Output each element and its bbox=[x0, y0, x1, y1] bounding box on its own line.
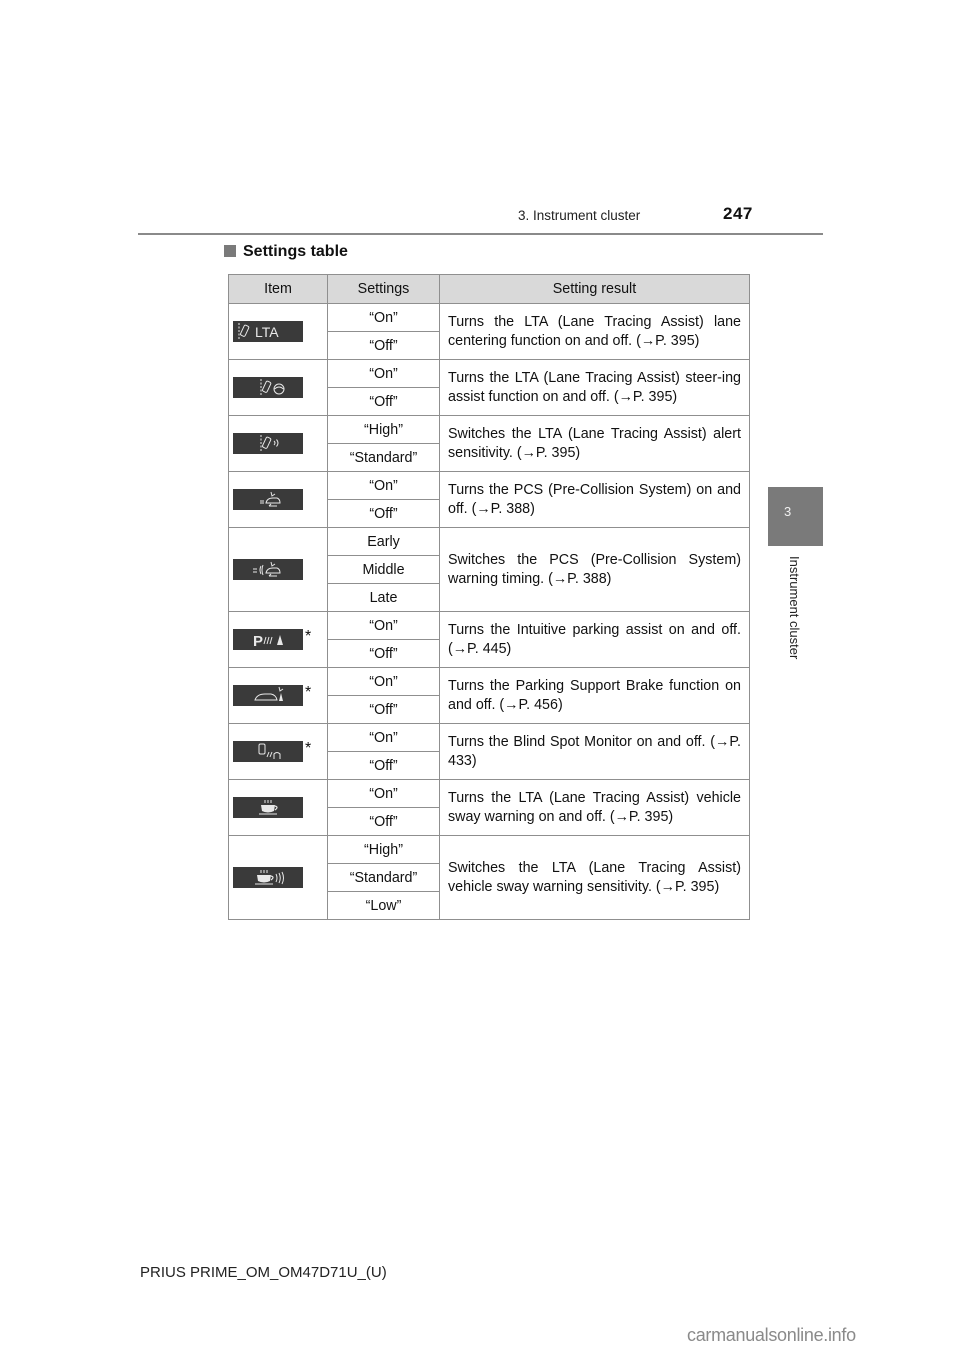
asterisk-note-marker: * bbox=[305, 627, 312, 645]
setting-option: “Off” bbox=[327, 499, 440, 528]
item-cell: * bbox=[228, 723, 328, 780]
setting-option: “On” bbox=[327, 779, 440, 808]
asterisk-note-marker: * bbox=[305, 683, 312, 701]
item-cell: LTA bbox=[228, 303, 328, 360]
setting-option: Middle bbox=[327, 555, 440, 584]
setting-result: Turns the LTA (Lane Tracing Assist) stee… bbox=[439, 359, 750, 416]
item-cell bbox=[228, 359, 328, 416]
vehicle-sway-sensitivity-icon bbox=[233, 867, 303, 888]
setting-option: “Off” bbox=[327, 639, 440, 668]
chapter-number: 3 bbox=[784, 504, 792, 519]
setting-option: “High” bbox=[327, 835, 440, 864]
setting-option: “Off” bbox=[327, 807, 440, 836]
header-divider bbox=[138, 233, 823, 235]
settings-table: Item Settings Setting result LTA “On” Turn… bbox=[228, 274, 750, 920]
chapter-tab: 3 bbox=[768, 487, 823, 546]
item-cell bbox=[228, 415, 328, 472]
svg-text:P: P bbox=[253, 633, 263, 650]
item-cell bbox=[228, 527, 328, 612]
table-row: * “On” Turns the Parking Support Brake fun… bbox=[228, 667, 750, 724]
item-cell: P * bbox=[228, 611, 328, 668]
setting-result: Turns the Parking Support Brake function… bbox=[439, 667, 750, 724]
page-number: 247 bbox=[723, 204, 753, 223]
setting-option: “On” bbox=[327, 611, 440, 640]
setting-result: Switches the PCS (Pre-Collision System) … bbox=[439, 527, 750, 612]
vehicle-sway-warning-icon bbox=[233, 797, 303, 818]
pcs-icon bbox=[233, 489, 303, 510]
setting-option: “On” bbox=[327, 667, 440, 696]
setting-result: Turns the LTA (Lane Tracing Assist) vehi… bbox=[439, 779, 750, 836]
setting-option: “Low” bbox=[327, 891, 440, 920]
table-row: Early Switches the PCS (Pre-Collision Sys… bbox=[228, 527, 750, 612]
blind-spot-monitor-icon bbox=[233, 741, 303, 762]
parking-support-brake-icon bbox=[233, 685, 303, 706]
table-header-row: Item Settings Setting result bbox=[228, 274, 750, 304]
setting-result: Switches the LTA (Lane Tracing Assist) v… bbox=[439, 835, 750, 920]
column-header-settings: Settings bbox=[327, 274, 440, 304]
item-cell bbox=[228, 471, 328, 528]
section-heading: Settings table bbox=[224, 243, 348, 261]
table-row: “On” Turns the PCS (Pre-Collision System)… bbox=[228, 471, 750, 528]
section-heading-text: Settings table bbox=[243, 243, 348, 260]
chapter-side-label-container: Instrument cluster bbox=[768, 556, 823, 676]
header-section-title: 3. Instrument cluster bbox=[518, 208, 641, 223]
setting-option: Late bbox=[327, 583, 440, 612]
pcs-warning-timing-icon bbox=[233, 559, 303, 580]
item-cell bbox=[228, 779, 328, 836]
setting-option: “Standard” bbox=[327, 443, 440, 472]
setting-option: “Standard” bbox=[327, 863, 440, 892]
table-row: “High” Switches the LTA (Lane Tracing Ass… bbox=[228, 415, 750, 472]
table-row: LTA “On” Turns the LTA (Lane Tracing Assis… bbox=[228, 303, 750, 360]
setting-option: “Off” bbox=[327, 387, 440, 416]
item-cell: * bbox=[228, 667, 328, 724]
lta-steering-assist-icon bbox=[233, 377, 303, 398]
setting-result: Turns the Intuitive parking assist on an… bbox=[439, 611, 750, 668]
setting-result: Switches the LTA (Lane Tracing Assist) a… bbox=[439, 415, 750, 472]
setting-option: “High” bbox=[327, 415, 440, 444]
lta-alert-sensitivity-icon bbox=[233, 433, 303, 454]
square-bullet-icon bbox=[224, 245, 236, 257]
column-header-item: Item bbox=[228, 274, 328, 304]
setting-option: “On” bbox=[327, 359, 440, 388]
watermark: carmanualsonline.info bbox=[687, 1325, 856, 1345]
table-row: “On” Turns the LTA (Lane Tracing Assist) … bbox=[228, 359, 750, 416]
setting-option: “Off” bbox=[327, 331, 440, 360]
table-row: “High” Switches the LTA (Lane Tracing Ass… bbox=[228, 835, 750, 920]
setting-option: Early bbox=[327, 527, 440, 556]
setting-option: “On” bbox=[327, 303, 440, 332]
lta-lane-centering-icon: LTA bbox=[233, 321, 303, 342]
table-row: “On” Turns the LTA (Lane Tracing Assist) … bbox=[228, 779, 750, 836]
setting-option: “On” bbox=[327, 471, 440, 500]
intuitive-parking-assist-icon: P bbox=[233, 629, 303, 650]
table-row: P * “On” Turns the Intuitive parking assist… bbox=[228, 611, 750, 668]
setting-option: “On” bbox=[327, 723, 440, 752]
chapter-side-label: Instrument cluster bbox=[787, 556, 802, 660]
setting-result: Turns the PCS (Pre-Collision System) on … bbox=[439, 471, 750, 528]
asterisk-note-marker: * bbox=[305, 739, 312, 757]
svg-text:LTA: LTA bbox=[255, 324, 279, 340]
item-cell bbox=[228, 835, 328, 920]
document-code: PRIUS PRIME_OM_OM47D71U_(U) bbox=[140, 1264, 387, 1281]
setting-result: Turns the Blind Spot Monitor on and off.… bbox=[439, 723, 750, 780]
setting-option: “Off” bbox=[327, 695, 440, 724]
column-header-setting-result: Setting result bbox=[439, 274, 750, 304]
setting-result: Turns the LTA (Lane Tracing Assist) lane… bbox=[439, 303, 750, 360]
table-row: * “On” Turns the Blind Spot Monitor on and… bbox=[228, 723, 750, 780]
setting-option: “Off” bbox=[327, 751, 440, 780]
